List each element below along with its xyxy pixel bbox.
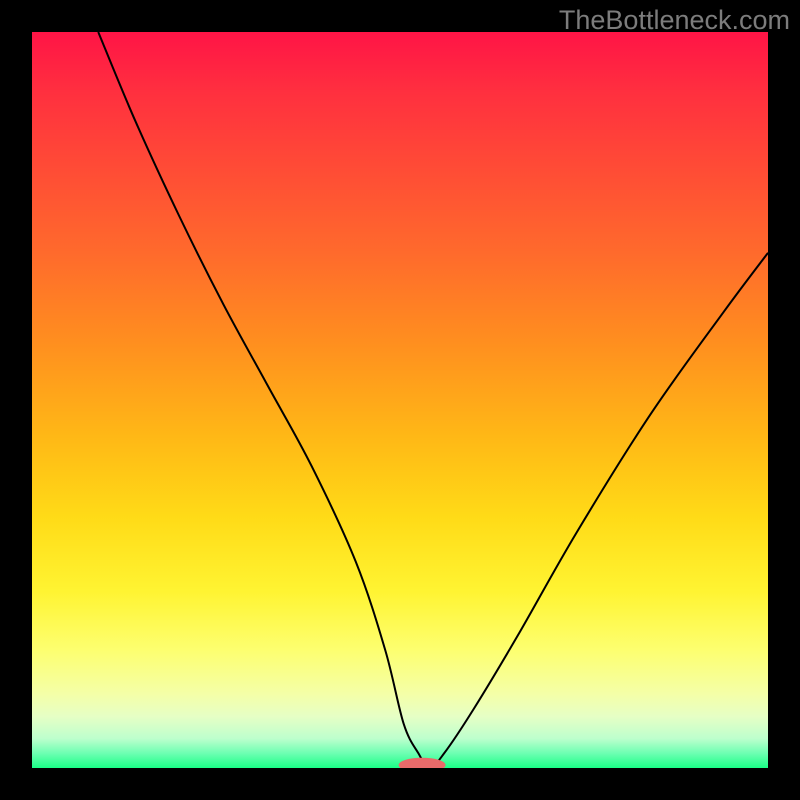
curve-path xyxy=(98,32,768,768)
watermark-text: TheBottleneck.com xyxy=(559,5,790,36)
chart-frame: TheBottleneck.com xyxy=(0,0,800,800)
bottleneck-curve xyxy=(32,32,768,768)
plot-area xyxy=(32,32,768,768)
